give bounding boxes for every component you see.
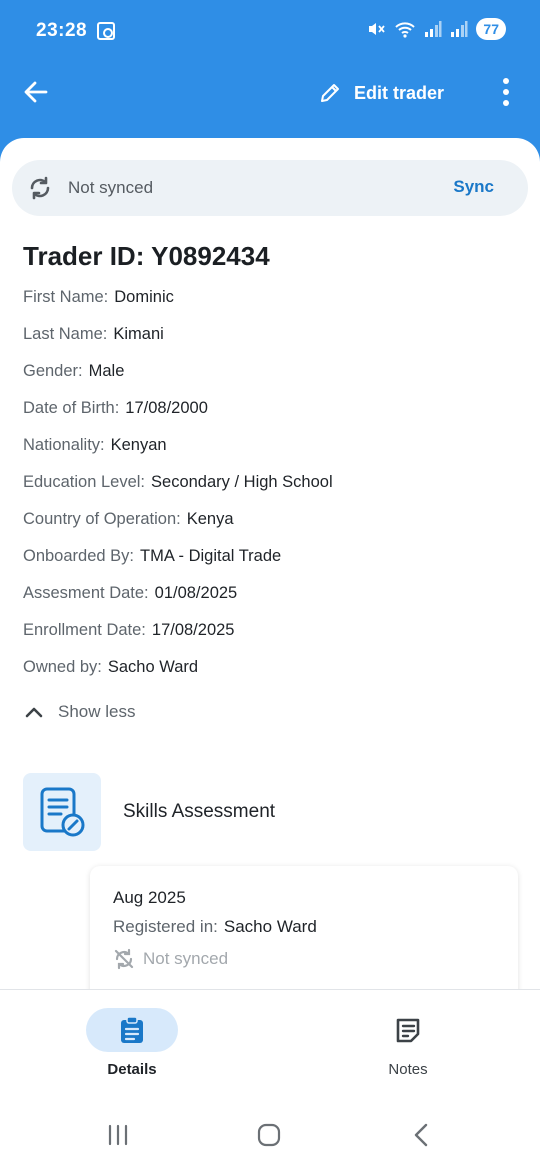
edit-trader-label: Edit trader [354,82,445,103]
signal-icon-2 [451,21,468,37]
detail-value: Kimani [113,325,164,343]
detail-row-education-level: Education Level: Secondary / High School [23,473,333,510]
detail-value: Secondary / High School [151,473,333,491]
detail-label: Gender: [23,362,83,380]
system-back-button[interactable] [406,1122,436,1148]
more-dot [503,89,509,95]
edit-trader-button[interactable]: Edit trader [318,76,444,110]
detail-value: 17/08/2025 [151,621,235,639]
detail-row-nationality: Nationality: Kenyan [23,436,333,473]
detail-value: TMA - Digital Trade [140,547,282,565]
detail-row-country-of-operation: Country of Operation: Kenya [23,510,333,547]
bottom-navigation: Details Notes [0,989,540,1092]
more-dot [503,100,509,106]
detail-value: Kenyan [110,436,167,454]
detail-label: Education Level: [23,473,146,491]
screen-record-icon [97,22,115,40]
detail-value: Kenya [186,510,234,528]
chevron-up-icon [25,707,43,718]
nav-tab-notes[interactable]: Notes [328,1008,488,1078]
assessment-sync-status: Not synced [113,948,228,970]
home-icon [257,1123,281,1147]
detail-label: First Name: [23,288,109,306]
detail-value: 01/08/2025 [154,584,238,602]
assessment-sync-text: Not synced [143,949,229,968]
system-navigation-bar [0,1092,540,1170]
show-less-label: Show less [58,702,136,721]
detail-value: Male [88,362,125,380]
battery-level: 77 [476,18,506,40]
detail-value: Sacho Ward [107,658,199,676]
detail-value: 17/08/2000 [125,399,208,417]
detail-row-onboarded-by: Onboarded By: TMA - Digital Trade [23,547,333,584]
skills-assessment-tile[interactable] [23,773,101,851]
skills-assessment-title[interactable]: Skills Assessment [123,801,275,823]
detail-row-last-name: Last Name: Kimani [23,325,333,362]
assessment-document-icon [40,787,85,837]
detail-row-date-of-birth: Date of Birth: 17/08/2000 [23,399,333,436]
detail-value: Dominic [114,288,174,306]
pencil-icon [321,84,339,102]
status-icons: 77 [366,18,506,40]
show-less-toggle[interactable]: Show less [24,700,135,724]
detail-row-gender: Gender: Male [23,362,333,399]
chevron-left-icon [414,1123,428,1147]
nav-label-details: Details [107,1061,157,1078]
signal-icon [425,21,442,37]
status-bar: 23:28 77 [0,0,540,62]
registered-label: Registered in: [113,917,218,936]
nav-icon-container [362,1008,454,1052]
detail-row-assessment-date: Assesment Date: 01/08/2025 [23,584,333,621]
sync-status-text: Not synced [68,178,154,197]
detail-row-first-name: First Name: Dominic [23,288,333,325]
status-time: 23:28 [36,20,88,41]
nav-tab-details[interactable]: Details [52,1008,212,1078]
detail-row-owned-by: Owned by: Sacho Ward [23,658,333,695]
assessment-date: Aug 2025 [113,888,186,907]
notes-icon [396,1018,420,1043]
sync-card: Not synced Sync [12,160,528,216]
sync-button[interactable]: Sync [453,177,494,197]
detail-label: Nationality: [23,436,105,454]
arrow-back-icon [24,81,48,103]
registered-value: Sacho Ward [223,917,317,936]
assessment-registered: Registered in: Sacho Ward [113,917,317,937]
home-button[interactable] [254,1122,284,1148]
mute-icon [369,23,386,35]
assessment-card[interactable]: Aug 2025 Registered in: Sacho Ward Not sy… [90,866,518,1006]
sync-icon [30,176,50,200]
detail-label: Assesment Date: [23,584,149,602]
detail-label: Enrollment Date: [23,621,146,639]
trader-details-list: First Name: Dominic Last Name: Kimani Gend… [23,288,333,695]
detail-label: Date of Birth: [23,399,120,417]
nav-active-indicator [86,1008,178,1052]
detail-row-enrollment-date: Enrollment Date: 17/08/2025 [23,621,333,658]
recent-apps-button[interactable] [103,1122,133,1148]
more-options-button[interactable] [492,74,520,110]
back-button[interactable] [18,74,54,110]
nav-label-notes: Notes [388,1061,428,1078]
detail-label: Onboarded By: [23,547,134,565]
detail-label: Last Name: [23,325,108,343]
trader-id-title: Trader ID: Y0892434 [23,241,270,271]
recent-apps-icon [108,1124,128,1146]
wifi-icon [395,22,416,38]
more-dot [503,78,509,84]
detail-label: Country of Operation: [23,510,181,528]
clipboard-icon [121,1016,143,1043]
detail-label: Owned by: [23,658,102,676]
sync-disabled-icon [114,948,134,970]
app-bar: Edit trader [0,62,540,126]
